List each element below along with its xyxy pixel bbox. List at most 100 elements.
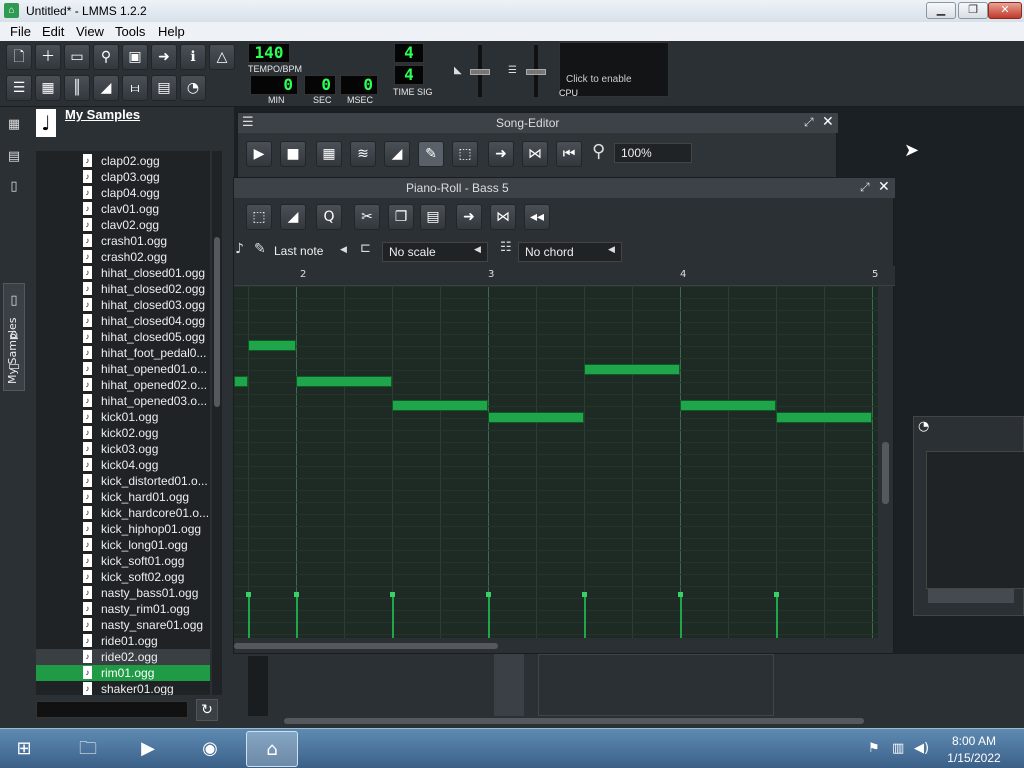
- song-editor-icon[interactable]: ☰: [6, 75, 32, 101]
- auto-scroll-icon[interactable]: ➜: [488, 141, 514, 167]
- home-icon[interactable]: ⌂: [4, 327, 24, 347]
- new-from-template-icon[interactable]: ＋: [35, 44, 61, 70]
- file-list-item[interactable]: ♪ kick01.ogg: [36, 409, 210, 425]
- note-block[interactable]: [234, 376, 248, 387]
- note-block[interactable]: [680, 400, 776, 411]
- file-list-item[interactable]: ♪ nasty_rim01.ogg: [36, 601, 210, 617]
- piano-roll-maximize-icon[interactable]: ⤢: [860, 180, 870, 195]
- file-list-item[interactable]: ♪ hihat_foot_pedal0...: [36, 345, 210, 361]
- add-beat-bassline-icon[interactable]: ▦: [316, 141, 342, 167]
- menu-help[interactable]: Help: [158, 24, 185, 39]
- select-mode-icon[interactable]: ⬚: [246, 204, 272, 230]
- add-sample-track-icon[interactable]: ≋: [350, 141, 376, 167]
- timesig-denominator[interactable]: 4: [394, 65, 424, 85]
- file-list-item[interactable]: ♪ kick_hardcore01.o...: [36, 505, 210, 521]
- cut-icon[interactable]: ✂: [354, 204, 380, 230]
- chord-arrow-icon[interactable]: ◀: [608, 245, 615, 255]
- velocity-bar[interactable]: [680, 594, 682, 638]
- zoom-combo[interactable]: 100%: [614, 143, 692, 163]
- file-list-item[interactable]: ♪ nasty_bass01.ogg: [36, 585, 210, 601]
- project-notes-icon[interactable]: ▤: [151, 75, 177, 101]
- file-list-item[interactable]: ♪ clap04.ogg: [36, 185, 210, 201]
- note-block[interactable]: [488, 412, 584, 423]
- file-list-item[interactable]: ♪ kick_long01.ogg: [36, 537, 210, 553]
- velocity-handle[interactable]: [678, 592, 683, 597]
- my-samples-tab-icon[interactable]: ▯: [4, 179, 24, 199]
- file-list-item[interactable]: ♪ clav02.ogg: [36, 217, 210, 233]
- file-list-item[interactable]: ♪ hihat_closed01.ogg: [36, 265, 210, 281]
- file-list-item[interactable]: ♪ kick_soft02.ogg: [36, 569, 210, 585]
- velocity-handle[interactable]: [294, 592, 299, 597]
- menu-edit[interactable]: Edit: [42, 24, 64, 39]
- file-list-item[interactable]: ♪ shaker01.ogg: [36, 681, 210, 695]
- piano-roll-hscroll-thumb[interactable]: [234, 643, 498, 649]
- my-presets-icon[interactable]: ▯: [4, 293, 24, 313]
- system-clock[interactable]: 8:00 AM 1/15/2022: [938, 734, 1010, 765]
- beat-bassline-editor-icon[interactable]: ▦: [35, 75, 61, 101]
- automation-editor-icon[interactable]: ◢: [93, 75, 119, 101]
- file-list-item[interactable]: ♪ hihat_closed02.ogg: [36, 281, 210, 297]
- file-list-item[interactable]: ♪ crash02.ogg: [36, 249, 210, 265]
- note-block[interactable]: [584, 364, 680, 375]
- file-list-item[interactable]: ♪ ride01.ogg: [36, 633, 210, 649]
- metronome-icon[interactable]: △: [209, 44, 235, 70]
- computer-icon[interactable]: ▭: [4, 359, 24, 379]
- lmms-taskbar-icon[interactable]: ⌂: [246, 731, 298, 767]
- velocity-bar[interactable]: [248, 594, 250, 638]
- piano-stop-behaviour-icon[interactable]: ◂◂: [524, 204, 550, 230]
- refresh-icon[interactable]: ↻: [196, 699, 218, 721]
- file-list-item[interactable]: ♪ crash01.ogg: [36, 233, 210, 249]
- velocity-handle[interactable]: [486, 592, 491, 597]
- maximize-button[interactable]: ❐: [958, 2, 988, 19]
- file-list-item[interactable]: ♪ kick04.ogg: [36, 457, 210, 473]
- instrument-panel-button[interactable]: [928, 589, 1014, 603]
- file-list-item[interactable]: ♪ hihat_opened03.o...: [36, 393, 210, 409]
- stop-icon[interactable]: ■: [280, 141, 306, 167]
- master-pitch-knob[interactable]: [526, 69, 546, 75]
- stop-behaviour-icon[interactable]: ⏮: [556, 141, 582, 167]
- piano-auto-scroll-icon[interactable]: ➜: [456, 204, 482, 230]
- start-button-icon[interactable]: ⊞: [2, 731, 46, 767]
- velocity-bar[interactable]: [392, 594, 394, 638]
- note-block[interactable]: [776, 412, 872, 423]
- draw-mode-icon[interactable]: ✎: [418, 141, 444, 167]
- note-block[interactable]: [296, 376, 392, 387]
- file-list-item[interactable]: ♪ ride02.ogg: [36, 649, 210, 665]
- song-editor-titlebar[interactable]: ☰ Song-Editor ⤢ ✕: [238, 113, 838, 133]
- note-length-arrow-icon[interactable]: ◀: [340, 245, 347, 255]
- file-list-item[interactable]: ♪ kick03.ogg: [36, 441, 210, 457]
- file-list-item[interactable]: ♪ clap03.ogg: [36, 169, 210, 185]
- instrument-plugins-icon[interactable]: ▦: [4, 117, 24, 137]
- note-block[interactable]: [248, 340, 296, 351]
- scale-arrow-icon[interactable]: ◀: [474, 245, 481, 255]
- file-list[interactable]: ♪ clap02.ogg ♪ clap03.ogg ♪ clap04.ogg ♪ clav01…: [36, 151, 210, 695]
- action-center-icon[interactable]: ⚑: [868, 741, 880, 756]
- file-list-item[interactable]: ♪ kick_hard01.ogg: [36, 489, 210, 505]
- menu-file[interactable]: File: [10, 24, 31, 39]
- velocity-bar[interactable]: [776, 594, 778, 638]
- velocity-bar[interactable]: [296, 594, 298, 638]
- scale-combo[interactable]: No scale: [382, 242, 488, 262]
- file-list-item[interactable]: ♪ kick_hiphop01.ogg: [36, 521, 210, 537]
- velocity-handle[interactable]: [390, 592, 395, 597]
- open-project-icon[interactable]: ▭: [64, 44, 90, 70]
- file-list-scrollbar[interactable]: [212, 151, 222, 695]
- channel-fader[interactable]: [248, 656, 268, 716]
- volume-icon[interactable]: ◀): [914, 741, 929, 756]
- loop-points-icon[interactable]: ⋈: [522, 141, 548, 167]
- file-filter-input[interactable]: [36, 701, 188, 718]
- velocity-handle[interactable]: [582, 592, 587, 597]
- menu-view[interactable]: View: [76, 24, 104, 39]
- copy-icon[interactable]: ❐: [388, 204, 414, 230]
- file-list-item[interactable]: ♪ hihat_closed03.ogg: [36, 297, 210, 313]
- paste-icon[interactable]: ▤: [420, 204, 446, 230]
- velocity-handle[interactable]: [774, 592, 779, 597]
- file-list-item[interactable]: ♪ kick02.ogg: [36, 425, 210, 441]
- file-explorer-icon[interactable]: 🗀: [62, 731, 114, 767]
- velocity-bar[interactable]: [584, 594, 586, 638]
- timeline-ruler[interactable]: 2 3 4 5: [234, 266, 895, 286]
- piano-roll-icon[interactable]: ║: [64, 75, 90, 101]
- piano-loop-points-icon[interactable]: ⋈: [490, 204, 516, 230]
- piano-roll-vscroll-thumb[interactable]: [882, 442, 889, 504]
- save-project-icon[interactable]: ▣: [122, 44, 148, 70]
